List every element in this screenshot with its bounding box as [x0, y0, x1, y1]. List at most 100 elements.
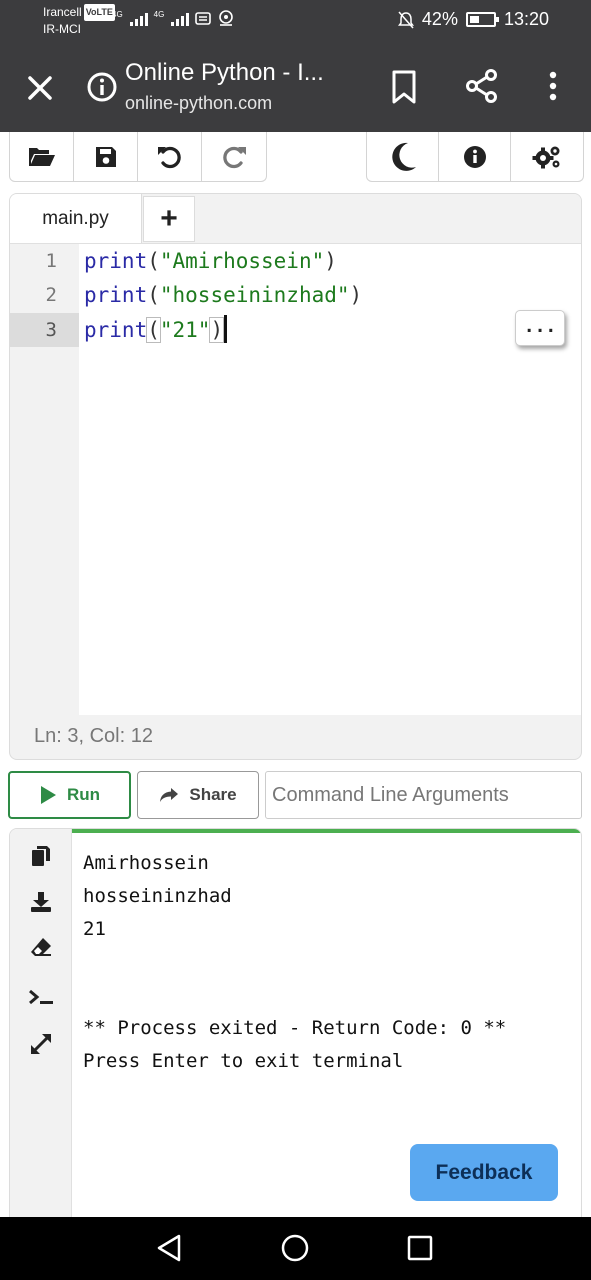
- page-host[interactable]: online-python.com: [125, 93, 272, 114]
- settings-gears-icon: [532, 146, 560, 168]
- share-icon[interactable]: [463, 67, 501, 105]
- open-file-button[interactable]: [10, 132, 74, 181]
- code-string: "Amirhossein": [159, 249, 325, 273]
- network-type-2: 4G: [153, 10, 165, 19]
- battery-percent: 42%: [421, 9, 458, 29]
- browser-bar: Online Python - I... online-python.com: [0, 44, 591, 132]
- code-paren: (: [147, 249, 160, 273]
- undo-icon: [157, 146, 181, 168]
- terminal-button[interactable]: [27, 983, 55, 1011]
- page-title[interactable]: Online Python - I...: [125, 59, 324, 87]
- signal-bars-icon: [129, 10, 148, 26]
- info-icon: [463, 145, 486, 168]
- line-number: 1: [45, 250, 57, 272]
- cursor-position: Ln: 3, Col: 12: [34, 725, 153, 747]
- carrier-name-2: IR-MCI: [43, 22, 81, 36]
- file-toolbar: [9, 132, 267, 182]
- output-line: hosseininzhad: [83, 885, 232, 907]
- code-string: "hosseininzhad": [159, 283, 350, 307]
- terminal-output[interactable]: Amirhossein hosseininzhad 21 ** Process ex…: [83, 847, 506, 1078]
- system-nav-bar: [0, 1217, 591, 1280]
- more-vert-icon[interactable]: [539, 67, 567, 105]
- output-line: Amirhossein: [83, 852, 209, 874]
- output-line: 21: [83, 918, 106, 940]
- code-keyword: print: [84, 249, 148, 273]
- code-line[interactable]: print("hosseininzhad"): [84, 278, 362, 312]
- share-arrow-icon: [160, 788, 179, 802]
- view-toolbar: [366, 132, 584, 182]
- expand-button[interactable]: [27, 1030, 55, 1058]
- moon-icon: [391, 142, 416, 171]
- editor-panel: main.py + 1 2 3 print("Amirhossein") pri…: [9, 193, 582, 760]
- status-right: 42% 13:20: [397, 9, 549, 30]
- feedback-button[interactable]: Feedback: [410, 1144, 558, 1201]
- home-icon[interactable]: [281, 1234, 309, 1262]
- code-paren: ): [324, 249, 337, 273]
- battery-icon: [465, 12, 499, 27]
- run-button[interactable]: Run: [8, 771, 131, 819]
- command-line-args-input[interactable]: [265, 771, 582, 819]
- share-button[interactable]: Share: [137, 771, 259, 819]
- download-icon: [31, 892, 51, 912]
- info-button[interactable]: [439, 132, 511, 181]
- line-number: 2: [45, 284, 57, 306]
- save-button[interactable]: [74, 132, 138, 181]
- code-line-active[interactable]: print("21"): [84, 313, 228, 347]
- info-icon[interactable]: [86, 71, 118, 103]
- download-button[interactable]: [27, 888, 55, 916]
- expand-icon: [31, 1034, 51, 1054]
- bookmark-icon[interactable]: [388, 68, 420, 106]
- text-cursor: [224, 315, 228, 343]
- line-number-active: 3: [10, 313, 79, 347]
- add-tab-button[interactable]: +: [143, 196, 195, 242]
- clock: 13:20: [503, 9, 549, 29]
- signal-bars-icon-2: [171, 10, 190, 26]
- file-tabs: main.py +: [10, 194, 581, 244]
- copy-icon: [32, 846, 50, 866]
- run-label: Run: [66, 785, 101, 804]
- clear-button[interactable]: [27, 933, 55, 961]
- undo-button[interactable]: [138, 132, 202, 181]
- message-icon: [195, 12, 212, 25]
- code-paren: ): [209, 317, 225, 343]
- code-paren: (: [146, 317, 161, 343]
- status-bar: Irancell VoLTE IR-MCI 4G 4G 42% 13:20: [0, 0, 591, 44]
- code-keyword: print: [84, 283, 148, 307]
- network-type-1: 4G: [112, 10, 123, 19]
- carrier-name: Irancell: [43, 5, 82, 19]
- output-line: ** Process exited - Return Code: 0 **: [83, 1017, 507, 1039]
- recent-apps-icon[interactable]: [407, 1235, 433, 1261]
- code-paren: (: [147, 283, 160, 307]
- dark-mode-button[interactable]: [367, 132, 439, 181]
- code-line[interactable]: print("Amirhossein"): [84, 244, 337, 278]
- terminal-status-strip: [72, 829, 581, 833]
- folder-open-icon: [28, 147, 55, 166]
- settings-button[interactable]: [511, 132, 583, 181]
- copy-button[interactable]: [27, 842, 55, 870]
- back-icon[interactable]: [155, 1233, 185, 1263]
- line-gutter: 1 2 3: [10, 244, 79, 716]
- tab-main-py[interactable]: main.py: [10, 194, 142, 244]
- code-editor[interactable]: 1 2 3 print("Amirhossein") print("hossei…: [10, 243, 581, 716]
- code-keyword: print: [84, 318, 148, 342]
- code-paren: ): [349, 283, 363, 307]
- output-line: Press Enter to exit terminal: [83, 1050, 404, 1072]
- terminal-sidebar: [10, 829, 72, 1217]
- terminal-icon: [29, 989, 53, 1005]
- signal-icons: 4G 4G: [112, 10, 235, 26]
- eraser-icon: [31, 938, 51, 956]
- close-icon[interactable]: [22, 70, 58, 106]
- share-label: Share: [189, 785, 237, 804]
- code-string: "21": [159, 318, 211, 342]
- volte-badge: VoLTE: [83, 4, 115, 21]
- hotspot-icon: [219, 10, 234, 26]
- more-actions-button[interactable]: ...: [515, 310, 565, 346]
- save-icon: [95, 146, 116, 167]
- play-icon: [40, 786, 56, 804]
- redo-icon: [223, 146, 246, 168]
- redo-button[interactable]: [202, 132, 266, 181]
- carrier-info: Irancell VoLTE IR-MCI: [43, 4, 115, 38]
- mute-bell-icon: [397, 11, 414, 28]
